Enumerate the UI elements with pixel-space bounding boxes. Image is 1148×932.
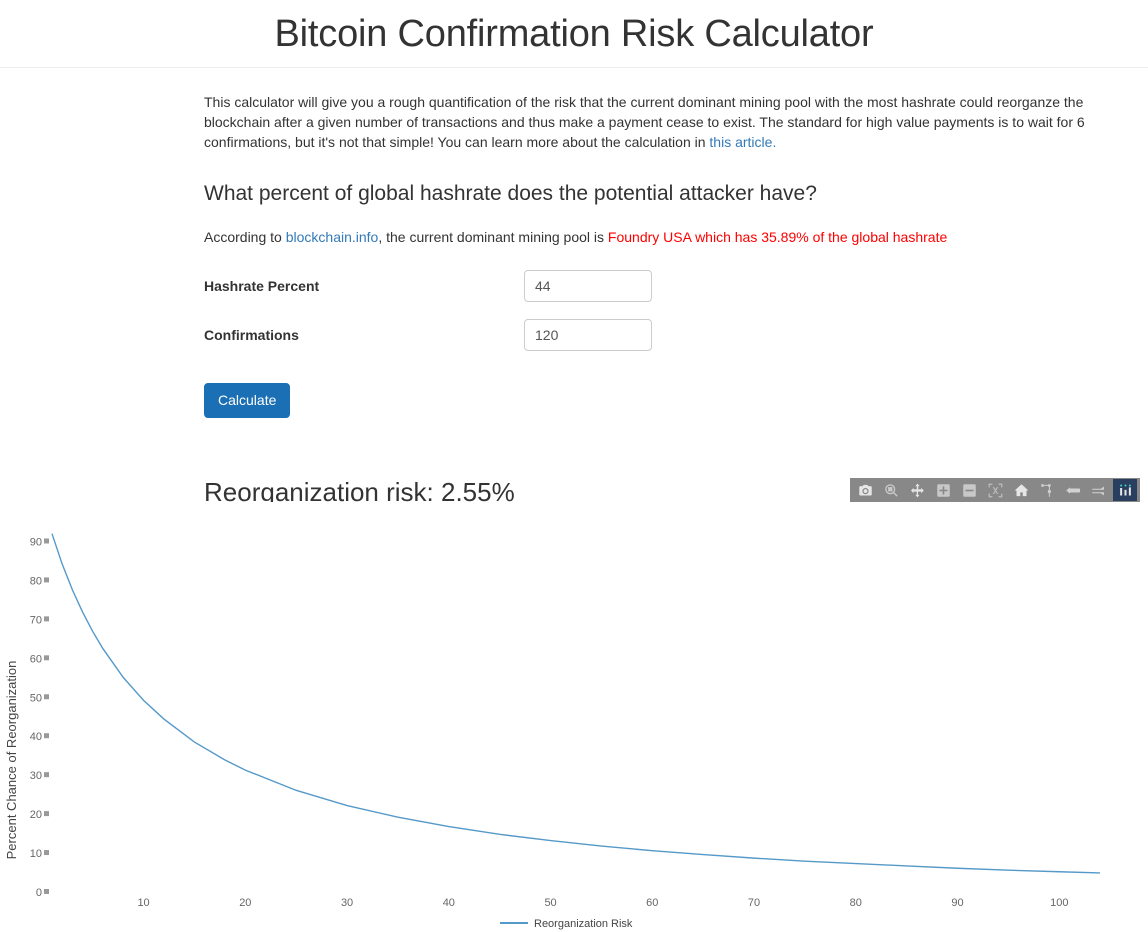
- svg-text:60: 60: [646, 897, 658, 909]
- svg-text:70: 70: [30, 614, 42, 626]
- svg-text:40: 40: [443, 897, 455, 909]
- blockchain-info-link[interactable]: blockchain.info: [286, 229, 379, 245]
- autoscale-icon[interactable]: [983, 479, 1007, 501]
- hover-compare-icon[interactable]: [1061, 479, 1085, 501]
- page-header: Bitcoin Confirmation Risk Calculator: [0, 0, 1148, 68]
- svg-text:10: 10: [137, 897, 149, 909]
- dominant-pool-line: According to blockchain.info, the curren…: [204, 227, 1108, 247]
- confirmations-label: Confirmations: [204, 326, 299, 343]
- main-content: This calculator will give you a rough qu…: [0, 68, 1148, 507]
- svg-text:20: 20: [239, 897, 251, 909]
- hashrate-row: Hashrate Percent: [204, 263, 1108, 308]
- question-heading: What percent of global hashrate does the…: [204, 182, 817, 205]
- zoom-in-icon[interactable]: [931, 479, 955, 501]
- confirmations-row: Confirmations: [204, 312, 1108, 357]
- zoom-icon[interactable]: [879, 479, 903, 501]
- hashrate-input[interactable]: [524, 269, 652, 302]
- intro-text: This calculator will give you a rough qu…: [204, 94, 1085, 150]
- svg-text:20: 20: [30, 809, 42, 821]
- plot-canvas[interactable]: 0 10 20 30 40 50 60 70 80 90 10 20 30 40 50 60 70 80 90 10…: [0, 502, 1148, 932]
- spike-lines-icon[interactable]: [1035, 479, 1059, 501]
- hashrate-label: Hashrate Percent: [204, 277, 320, 294]
- intro-paragraph: This calculator will give you a rough qu…: [204, 92, 1088, 152]
- pool-middle-text: , the current dominant mining pool is: [378, 229, 608, 246]
- pool-highlight-text: Foundry USA which has 35.89% of the glob…: [607, 229, 948, 246]
- svg-text:30: 30: [30, 770, 42, 782]
- this-article-link[interactable]: this article.: [709, 134, 776, 150]
- plotly-figure: 0 10 20 30 40 50 60 70 80 90 10 20 30 40 50 60 70 80 90 10…: [0, 478, 1148, 932]
- pan-icon[interactable]: [905, 479, 929, 501]
- camera-icon[interactable]: [853, 479, 877, 501]
- home-icon[interactable]: [1009, 479, 1033, 501]
- svg-text:100: 100: [1050, 897, 1068, 909]
- calculator-form: Hashrate Percent Confirmations Calculate: [204, 263, 1108, 419]
- confirmations-input[interactable]: [524, 318, 652, 351]
- svg-text:90: 90: [951, 897, 963, 909]
- svg-text:40: 40: [30, 731, 42, 743]
- legend-label: Reorganization Risk: [534, 918, 633, 930]
- zoom-out-icon[interactable]: [957, 479, 981, 501]
- svg-text:90: 90: [30, 536, 42, 548]
- calculate-button[interactable]: Calculate: [204, 383, 291, 419]
- y-axis-title: Percent Chance of Reorganization: [4, 661, 19, 860]
- pool-prefix-text: According to: [204, 229, 286, 246]
- svg-text:10: 10: [30, 848, 42, 860]
- plotly-logo-icon[interactable]: [1113, 479, 1137, 501]
- hover-x-unified-icon[interactable]: [1087, 479, 1111, 501]
- svg-text:50: 50: [544, 897, 556, 909]
- svg-text:60: 60: [30, 653, 42, 665]
- chart-svg: 0 10 20 30 40 50 60 70 80 90 10 20 30 40 50 60 70 80 90 10…: [0, 502, 1148, 932]
- svg-text:80: 80: [850, 897, 862, 909]
- page-title: Bitcoin Confirmation Risk Calculator: [274, 12, 874, 55]
- plotly-modebar[interactable]: [850, 478, 1140, 502]
- svg-text:0: 0: [36, 887, 42, 899]
- svg-text:30: 30: [341, 897, 353, 909]
- svg-text:50: 50: [30, 692, 42, 704]
- svg-text:70: 70: [748, 897, 760, 909]
- svg-text:80: 80: [30, 575, 42, 587]
